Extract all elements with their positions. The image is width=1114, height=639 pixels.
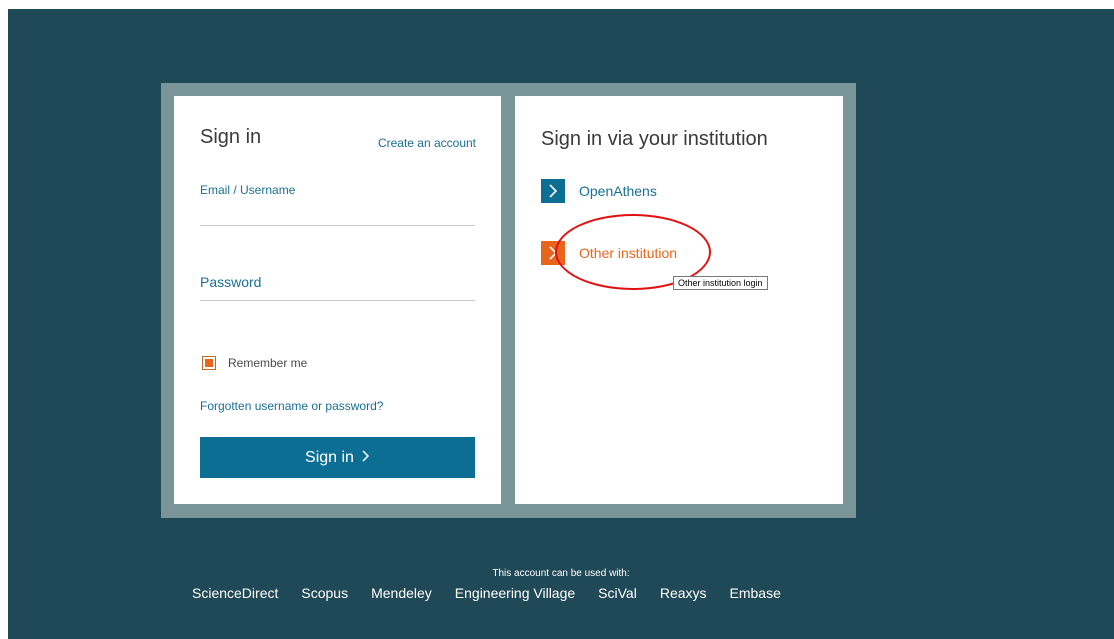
product-link-sciencedirect[interactable]: ScienceDirect [192,585,278,601]
email-field[interactable] [200,225,475,226]
page-background: Sign in Create an account Email / Userna… [8,9,1114,639]
chevron-right-icon [541,179,565,203]
product-link-reaxys[interactable]: Reaxys [660,585,707,601]
remember-checkbox[interactable] [202,356,216,370]
openathens-label: OpenAthens [579,183,657,199]
create-account-link[interactable]: Create an account [378,136,476,150]
login-frame: Sign in Create an account Email / Userna… [161,83,856,518]
password-label: Password [200,274,262,290]
chevron-right-icon [362,449,370,467]
password-field[interactable] [200,300,475,301]
product-link-engineering-village[interactable]: Engineering Village [455,585,575,601]
product-link-embase[interactable]: Embase [730,585,781,601]
openathens-option[interactable]: OpenAthens [541,179,657,203]
remember-me[interactable]: Remember me [202,356,307,370]
signin-panel: Sign in Create an account Email / Userna… [174,96,501,504]
signin-button[interactable]: Sign in [200,437,475,478]
institution-panel: Sign in via your institution OpenAthens … [515,96,843,504]
checkbox-checked-indicator [205,359,213,367]
other-institution-tooltip: Other institution login [673,276,768,290]
remember-label: Remember me [228,356,308,370]
signin-button-label: Sign in [305,448,354,466]
email-label: Email / Username [200,183,296,197]
forgot-password-link[interactable]: Forgotten username or password? [200,399,383,413]
product-link-scival[interactable]: SciVal [598,585,637,601]
product-link-scopus[interactable]: Scopus [301,585,348,601]
footer-caption: This account can be used with: [492,568,630,579]
footer-products: ScienceDirect Scopus Mendeley Engineerin… [192,585,804,601]
signin-title: Sign in [200,126,262,148]
product-link-mendeley[interactable]: Mendeley [371,585,432,601]
institution-title: Sign in via your institution [541,128,768,150]
